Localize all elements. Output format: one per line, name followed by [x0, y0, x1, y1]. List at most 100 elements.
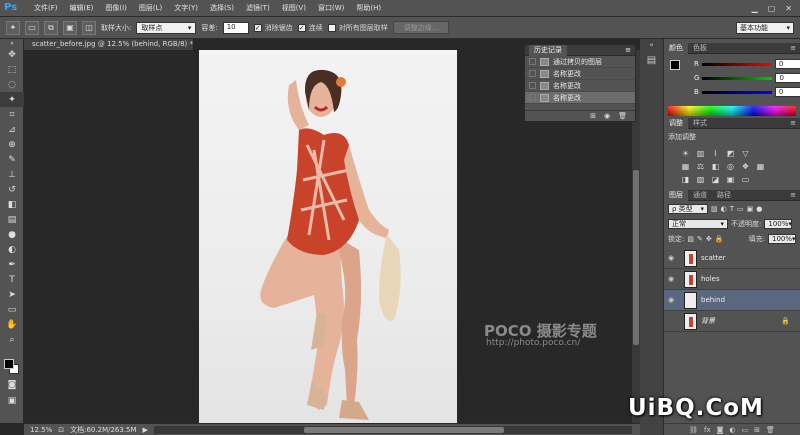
- history-state[interactable]: 通过拷贝的图层: [525, 56, 635, 68]
- vibrance-icon[interactable]: ▽: [740, 148, 751, 158]
- red-value-input[interactable]: 0: [774, 59, 800, 69]
- foreground-color-swatch[interactable]: [670, 60, 680, 70]
- black-white-icon[interactable]: ◧: [710, 161, 721, 171]
- color-spectrum-bar[interactable]: [668, 106, 796, 116]
- green-slider[interactable]: [702, 76, 773, 80]
- trash-icon[interactable]: 🗑: [618, 112, 627, 120]
- fill-input[interactable]: 100% ▾: [768, 234, 796, 244]
- tab-adjustments[interactable]: 调整: [664, 117, 688, 129]
- marquee-tool-icon[interactable]: ⬚: [0, 62, 24, 77]
- history-brush-source-checkbox[interactable]: [529, 94, 536, 101]
- history-brush-tool-icon[interactable]: ↺: [0, 182, 24, 197]
- workspace-select[interactable]: 基本功能 ▾: [736, 22, 794, 34]
- new-document-from-state-icon[interactable]: ⊞: [590, 112, 596, 120]
- threshold-icon[interactable]: ◪: [710, 174, 721, 184]
- eraser-tool-icon[interactable]: ◧: [0, 197, 24, 212]
- path-selection-tool-icon[interactable]: ➤: [0, 287, 24, 302]
- all-layers-checkbox[interactable]: 对所有图层取样: [327, 23, 388, 33]
- history-state-current[interactable]: 名称更改: [525, 92, 635, 104]
- lock-position-icon[interactable]: ✥: [706, 235, 712, 243]
- filter-shape-icon[interactable]: ▭: [737, 205, 744, 213]
- healing-brush-tool-icon[interactable]: ⊕: [0, 137, 24, 152]
- menu-window[interactable]: 窗口(W): [312, 3, 350, 13]
- tab-paths[interactable]: 路径: [712, 190, 736, 201]
- channel-mixer-icon[interactable]: ❖: [740, 161, 751, 171]
- pen-tool-icon[interactable]: ✒: [0, 257, 24, 272]
- menu-image[interactable]: 图像(I): [99, 3, 133, 13]
- brightness-contrast-icon[interactable]: ☀: [680, 148, 691, 158]
- panel-menu-icon[interactable]: ≡: [790, 191, 800, 199]
- selective-color-icon[interactable]: ▣: [725, 174, 736, 184]
- magic-wand-tool-icon[interactable]: ✦: [0, 92, 24, 107]
- lock-transparent-icon[interactable]: ▨: [687, 235, 694, 243]
- panel-menu-icon[interactable]: ≡: [625, 46, 635, 54]
- hue-saturation-icon[interactable]: ▦: [680, 161, 691, 171]
- photo-filter-icon[interactable]: ◎: [725, 161, 736, 171]
- canvas-horizontal-scrollbar[interactable]: [153, 425, 632, 434]
- quick-mask-icon[interactable]: ◙: [0, 377, 24, 392]
- brush-tool-icon[interactable]: ✎: [0, 152, 24, 167]
- layer-row-background[interactable]: 背景 🔒: [664, 311, 800, 332]
- layer-style-icon[interactable]: fx: [704, 426, 711, 434]
- gradient-tool-icon[interactable]: ▤: [0, 212, 24, 227]
- invert-icon[interactable]: ◨: [680, 174, 691, 184]
- eye-icon[interactable]: ◉: [664, 254, 678, 262]
- lasso-tool-icon[interactable]: ◌: [0, 77, 24, 92]
- zoom-tool-icon[interactable]: ⌕: [0, 332, 24, 347]
- menu-layer[interactable]: 图层(L): [133, 3, 168, 13]
- history-brush-source-checkbox[interactable]: [529, 82, 536, 89]
- eye-icon[interactable]: ◉: [664, 275, 678, 283]
- menu-select[interactable]: 选择(S): [204, 3, 240, 13]
- color-balance-icon[interactable]: ⚖: [695, 161, 706, 171]
- close-icon[interactable]: ✕: [785, 4, 792, 13]
- new-selection-icon[interactable]: ▭: [25, 20, 39, 35]
- history-state[interactable]: 名称更改: [525, 68, 635, 80]
- tolerance-input[interactable]: 10: [222, 21, 249, 34]
- subtract-selection-icon[interactable]: ▣: [63, 20, 77, 35]
- exposure-icon[interactable]: ◩: [725, 148, 736, 158]
- levels-icon[interactable]: ▥: [695, 148, 706, 158]
- tab-swatches[interactable]: 色板: [688, 43, 712, 54]
- rectangle-tool-icon[interactable]: ▭: [0, 302, 24, 317]
- menu-file[interactable]: 文件(F): [28, 3, 64, 13]
- blur-tool-icon[interactable]: ●: [0, 227, 24, 242]
- minimize-icon[interactable]: ▁: [752, 4, 758, 13]
- intersect-selection-icon[interactable]: ◫: [82, 20, 96, 35]
- type-tool-icon[interactable]: T: [0, 272, 24, 287]
- dodge-tool-icon[interactable]: ◐: [0, 242, 24, 257]
- tab-color[interactable]: 颜色: [664, 42, 688, 54]
- new-group-icon[interactable]: ▭: [742, 426, 749, 434]
- sample-size-select[interactable]: 取样点 ▾: [136, 21, 197, 34]
- foreground-color-swatch[interactable]: [4, 359, 14, 369]
- new-adjustment-layer-icon[interactable]: ◐: [729, 426, 735, 434]
- tab-styles[interactable]: 样式: [688, 118, 712, 129]
- blue-value-input[interactable]: 0: [774, 87, 800, 97]
- document-tab[interactable]: scatter_before.jpg @ 12.5% (behind, RGB/…: [24, 39, 194, 59]
- eye-icon[interactable]: ◉: [664, 296, 678, 304]
- history-brush-source-checkbox[interactable]: [529, 70, 536, 77]
- scrollbar-thumb[interactable]: [303, 426, 504, 433]
- add-mask-icon[interactable]: ◙: [717, 426, 724, 434]
- lock-all-icon[interactable]: 🔒: [715, 235, 724, 243]
- filter-pixel-icon[interactable]: ▨: [711, 205, 718, 213]
- curves-icon[interactable]: ⌇: [710, 148, 721, 158]
- eyedropper-tool-icon[interactable]: ⊿: [0, 122, 24, 137]
- posterize-icon[interactable]: ▨: [695, 174, 706, 184]
- tab-history[interactable]: 历史记录: [529, 44, 567, 56]
- filter-toggle-icon[interactable]: ●: [756, 205, 762, 213]
- menu-type[interactable]: 文字(Y): [168, 3, 204, 13]
- add-to-selection-icon[interactable]: ⧉: [44, 20, 58, 35]
- panel-menu-icon[interactable]: ≡: [790, 44, 800, 52]
- maximize-icon[interactable]: ▢: [768, 4, 776, 13]
- blue-slider[interactable]: [701, 90, 772, 94]
- refine-edge-button[interactable]: 调整边缘...: [392, 21, 450, 34]
- menu-help[interactable]: 帮助(H): [350, 3, 387, 13]
- new-layer-icon[interactable]: ⊞: [754, 426, 760, 434]
- menu-filter[interactable]: 滤镜(T): [240, 3, 276, 13]
- tab-channels[interactable]: 通道: [688, 190, 712, 201]
- red-slider[interactable]: [701, 62, 772, 66]
- snapshot-camera-icon[interactable]: ◉: [604, 112, 610, 120]
- color-lookup-icon[interactable]: ▦: [755, 161, 766, 171]
- magic-wand-tool-preset-icon[interactable]: ✦: [6, 20, 20, 35]
- tab-layers[interactable]: 图层: [664, 189, 688, 201]
